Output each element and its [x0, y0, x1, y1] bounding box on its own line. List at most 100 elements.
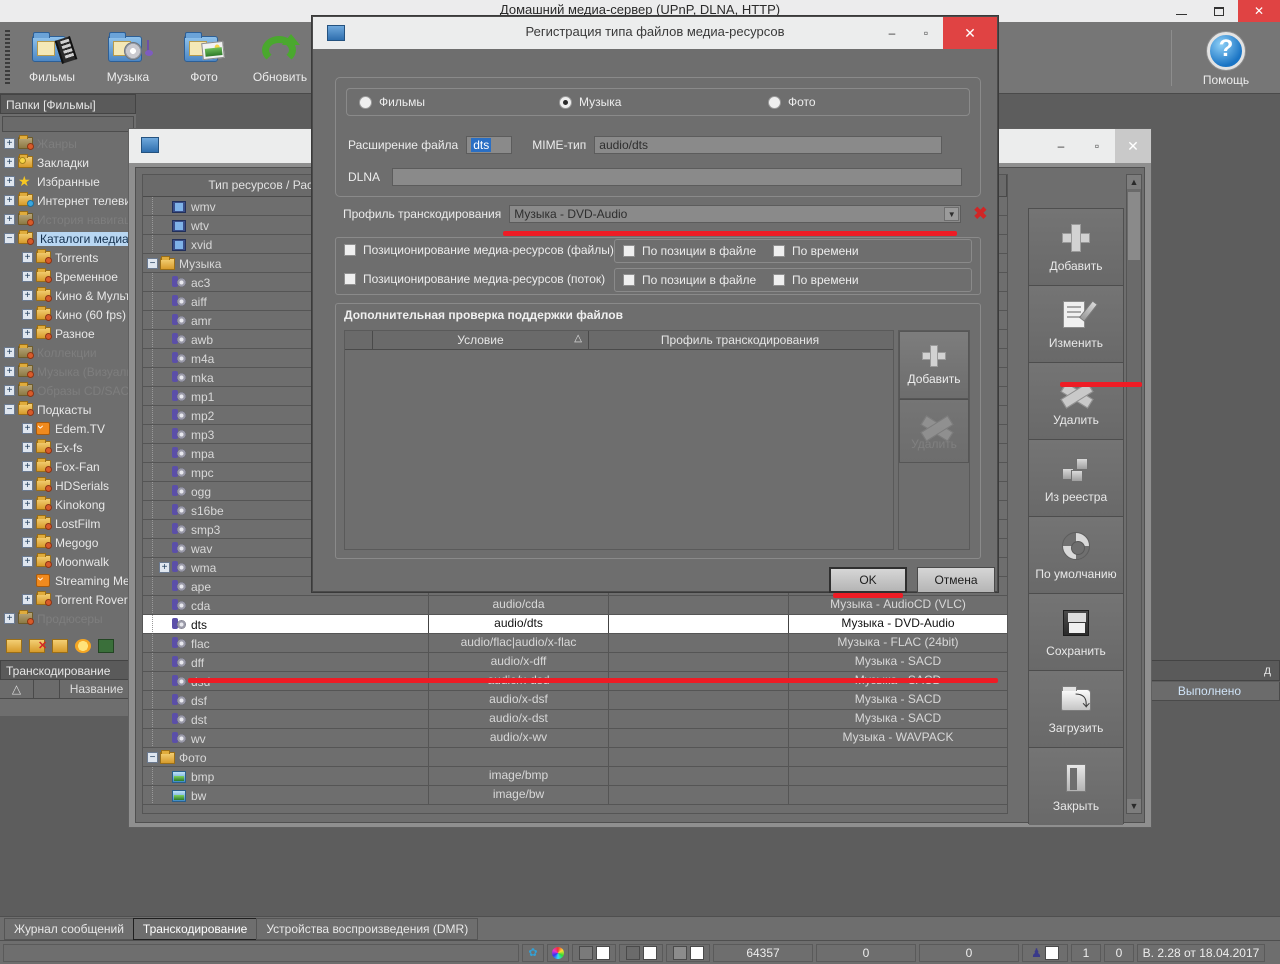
pin-icon[interactable]: д: [1264, 663, 1271, 677]
expand-icon[interactable]: +: [22, 518, 33, 529]
cancel-button[interactable]: Отмена: [917, 567, 995, 593]
side-button-save[interactable]: Сохранить: [1029, 594, 1123, 671]
table-row[interactable]: bmpimage/bmp: [143, 767, 1007, 786]
tree-item[interactable]: +Edem.TV: [0, 419, 136, 438]
expand-icon[interactable]: +: [22, 499, 33, 510]
toolbar-button-music[interactable]: Музыка: [90, 26, 166, 92]
collapse-icon[interactable]: −: [4, 404, 15, 415]
expand-icon[interactable]: +: [22, 290, 33, 301]
side-button-defaults[interactable]: По умолчанию: [1029, 517, 1123, 594]
expand-icon[interactable]: +: [4, 385, 15, 396]
scroll-down-icon[interactable]: ▼: [1127, 799, 1141, 813]
tree-item[interactable]: +Закладки: [0, 153, 136, 172]
dialog-close-button[interactable]: ✕: [943, 17, 997, 49]
radio-photo[interactable]: Фото: [768, 95, 816, 109]
expand-icon[interactable]: +: [22, 271, 33, 282]
expand-icon[interactable]: +: [4, 195, 15, 206]
tree-item[interactable]: +История навигации: [0, 210, 136, 229]
expand-icon[interactable]: +: [4, 366, 15, 377]
expand-icon[interactable]: +: [22, 480, 33, 491]
side-button-delete[interactable]: Удалить: [1029, 363, 1123, 440]
file-types-maximize-button[interactable]: ▫: [1079, 129, 1115, 163]
extra-add-button[interactable]: Добавить: [899, 331, 969, 399]
stream-by-time-checkbox[interactable]: По времени: [773, 273, 859, 287]
palette-icon[interactable]: [547, 944, 569, 962]
expand-icon[interactable]: +: [22, 252, 33, 263]
expand-icon[interactable]: +: [4, 157, 15, 168]
close-button[interactable]: ✕: [1238, 0, 1280, 22]
toolbar-button-photo[interactable]: Фото: [166, 26, 242, 92]
tree-item[interactable]: −Подкасты: [0, 400, 136, 419]
bottom-tab[interactable]: Устройства воспроизведения (DMR): [256, 918, 478, 940]
table-row[interactable]: cdaaudio/cdaМузыка - AudioCD (VLC): [143, 596, 1007, 615]
table-row[interactable]: −Фото: [143, 748, 1007, 767]
expand-icon[interactable]: +: [22, 461, 33, 472]
scrollbar-thumb[interactable]: [1127, 191, 1141, 261]
dlna-input[interactable]: [392, 168, 962, 186]
chevron-down-icon[interactable]: ▼: [944, 207, 959, 221]
expand-icon[interactable]: +: [4, 613, 15, 624]
side-button-add[interactable]: Добавить: [1029, 209, 1123, 286]
tree-item[interactable]: +Продюсеры: [0, 609, 136, 628]
expand-icon[interactable]: +: [4, 138, 15, 149]
expand-icon[interactable]: +: [4, 347, 15, 358]
file-types-close-button[interactable]: ✕: [1115, 129, 1151, 163]
tree-item[interactable]: +Fox-Fan: [0, 457, 136, 476]
expand-icon[interactable]: +: [159, 562, 170, 573]
extension-input[interactable]: dts: [466, 136, 512, 154]
table-row[interactable]: dffaudio/x-dffМузыка - SACD: [143, 653, 1007, 672]
table-row[interactable]: dsfaudio/x-dsfМузыка - SACD: [143, 691, 1007, 710]
tree-item[interactable]: +Коллекции: [0, 343, 136, 362]
tree-item[interactable]: Streaming Media: [0, 571, 136, 590]
weather-sun-icon[interactable]: [75, 639, 91, 653]
toolbar-button-help[interactable]: ? Помощь: [1184, 26, 1268, 92]
expand-icon[interactable]: +: [22, 537, 33, 548]
tree-item[interactable]: +Megogo: [0, 533, 136, 552]
profile-combo[interactable]: Музыка - DVD-Audio ▼: [509, 205, 961, 223]
extra-col-blank[interactable]: [345, 331, 373, 349]
table-row[interactable]: wvaudio/x-wvМузыка - WAVPACK: [143, 729, 1007, 748]
positioning-files-checkbox[interactable]: Позиционирование медиа-ресурсов (файлы): [344, 243, 614, 257]
tree-item[interactable]: +Ex-fs: [0, 438, 136, 457]
tree-item[interactable]: +Жанры: [0, 134, 136, 153]
expand-icon[interactable]: +: [4, 176, 15, 187]
toolbar-button-refresh[interactable]: Обновить: [242, 26, 318, 92]
maximize-button[interactable]: [1200, 0, 1238, 22]
tree-item[interactable]: +Torrents: [0, 248, 136, 267]
table-row[interactable]: dtsaudio/dtsМузыка - DVD-Audio: [143, 615, 1007, 634]
edit-folder-icon[interactable]: [6, 639, 22, 653]
side-button-edit[interactable]: Изменить: [1029, 286, 1123, 363]
tree-item[interactable]: −Каталоги медиа-ресурсов: [0, 229, 136, 248]
files-by-time-checkbox[interactable]: По времени: [773, 244, 859, 258]
extra-col-profile[interactable]: Профиль транскодирования: [589, 331, 891, 349]
collapse-icon[interactable]: −: [147, 258, 158, 269]
network-icon[interactable]: ✿: [522, 944, 544, 962]
mime-input[interactable]: audio/dts: [594, 136, 942, 154]
positioning-stream-checkbox[interactable]: Позиционирование медиа-ресурсов (поток): [344, 272, 605, 286]
stream-by-position-checkbox[interactable]: По позиции в файле: [623, 273, 756, 287]
dialog-maximize-button[interactable]: ▫: [909, 17, 943, 49]
expand-icon[interactable]: +: [4, 214, 15, 225]
table-row[interactable]: bwimage/bw: [143, 786, 1007, 805]
toolbar-button-movies[interactable]: Фильмы: [14, 26, 90, 92]
expand-icon[interactable]: +: [22, 328, 33, 339]
delete-folder-icon[interactable]: ✕: [29, 639, 45, 653]
bottom-tab[interactable]: Журнал сообщений: [4, 918, 134, 940]
extra-delete-button[interactable]: Удалить: [899, 399, 969, 463]
tree-item[interactable]: +Музыка (Визуализация): [0, 362, 136, 381]
cloud-folder-icon[interactable]: [52, 639, 68, 653]
expand-icon[interactable]: +: [22, 423, 33, 434]
file-types-minimize-button[interactable]: –: [1043, 129, 1079, 163]
folders-filter-input[interactable]: [2, 116, 134, 132]
extra-col-condition[interactable]: Условие △: [373, 331, 589, 349]
files-by-position-checkbox[interactable]: По позиции в файле: [623, 244, 756, 258]
transcoding-col-name[interactable]: Название: [60, 680, 134, 698]
minimize-button[interactable]: [1162, 0, 1200, 22]
tree-item[interactable]: +Временное: [0, 267, 136, 286]
tree-item[interactable]: +LostFilm: [0, 514, 136, 533]
collapse-icon[interactable]: −: [4, 233, 15, 244]
bottom-tab[interactable]: Транскодирование: [133, 918, 257, 940]
ok-button[interactable]: OK: [829, 567, 907, 593]
settings-icon[interactable]: [98, 639, 114, 653]
tree-item[interactable]: +Образы CD/SACD: [0, 381, 136, 400]
